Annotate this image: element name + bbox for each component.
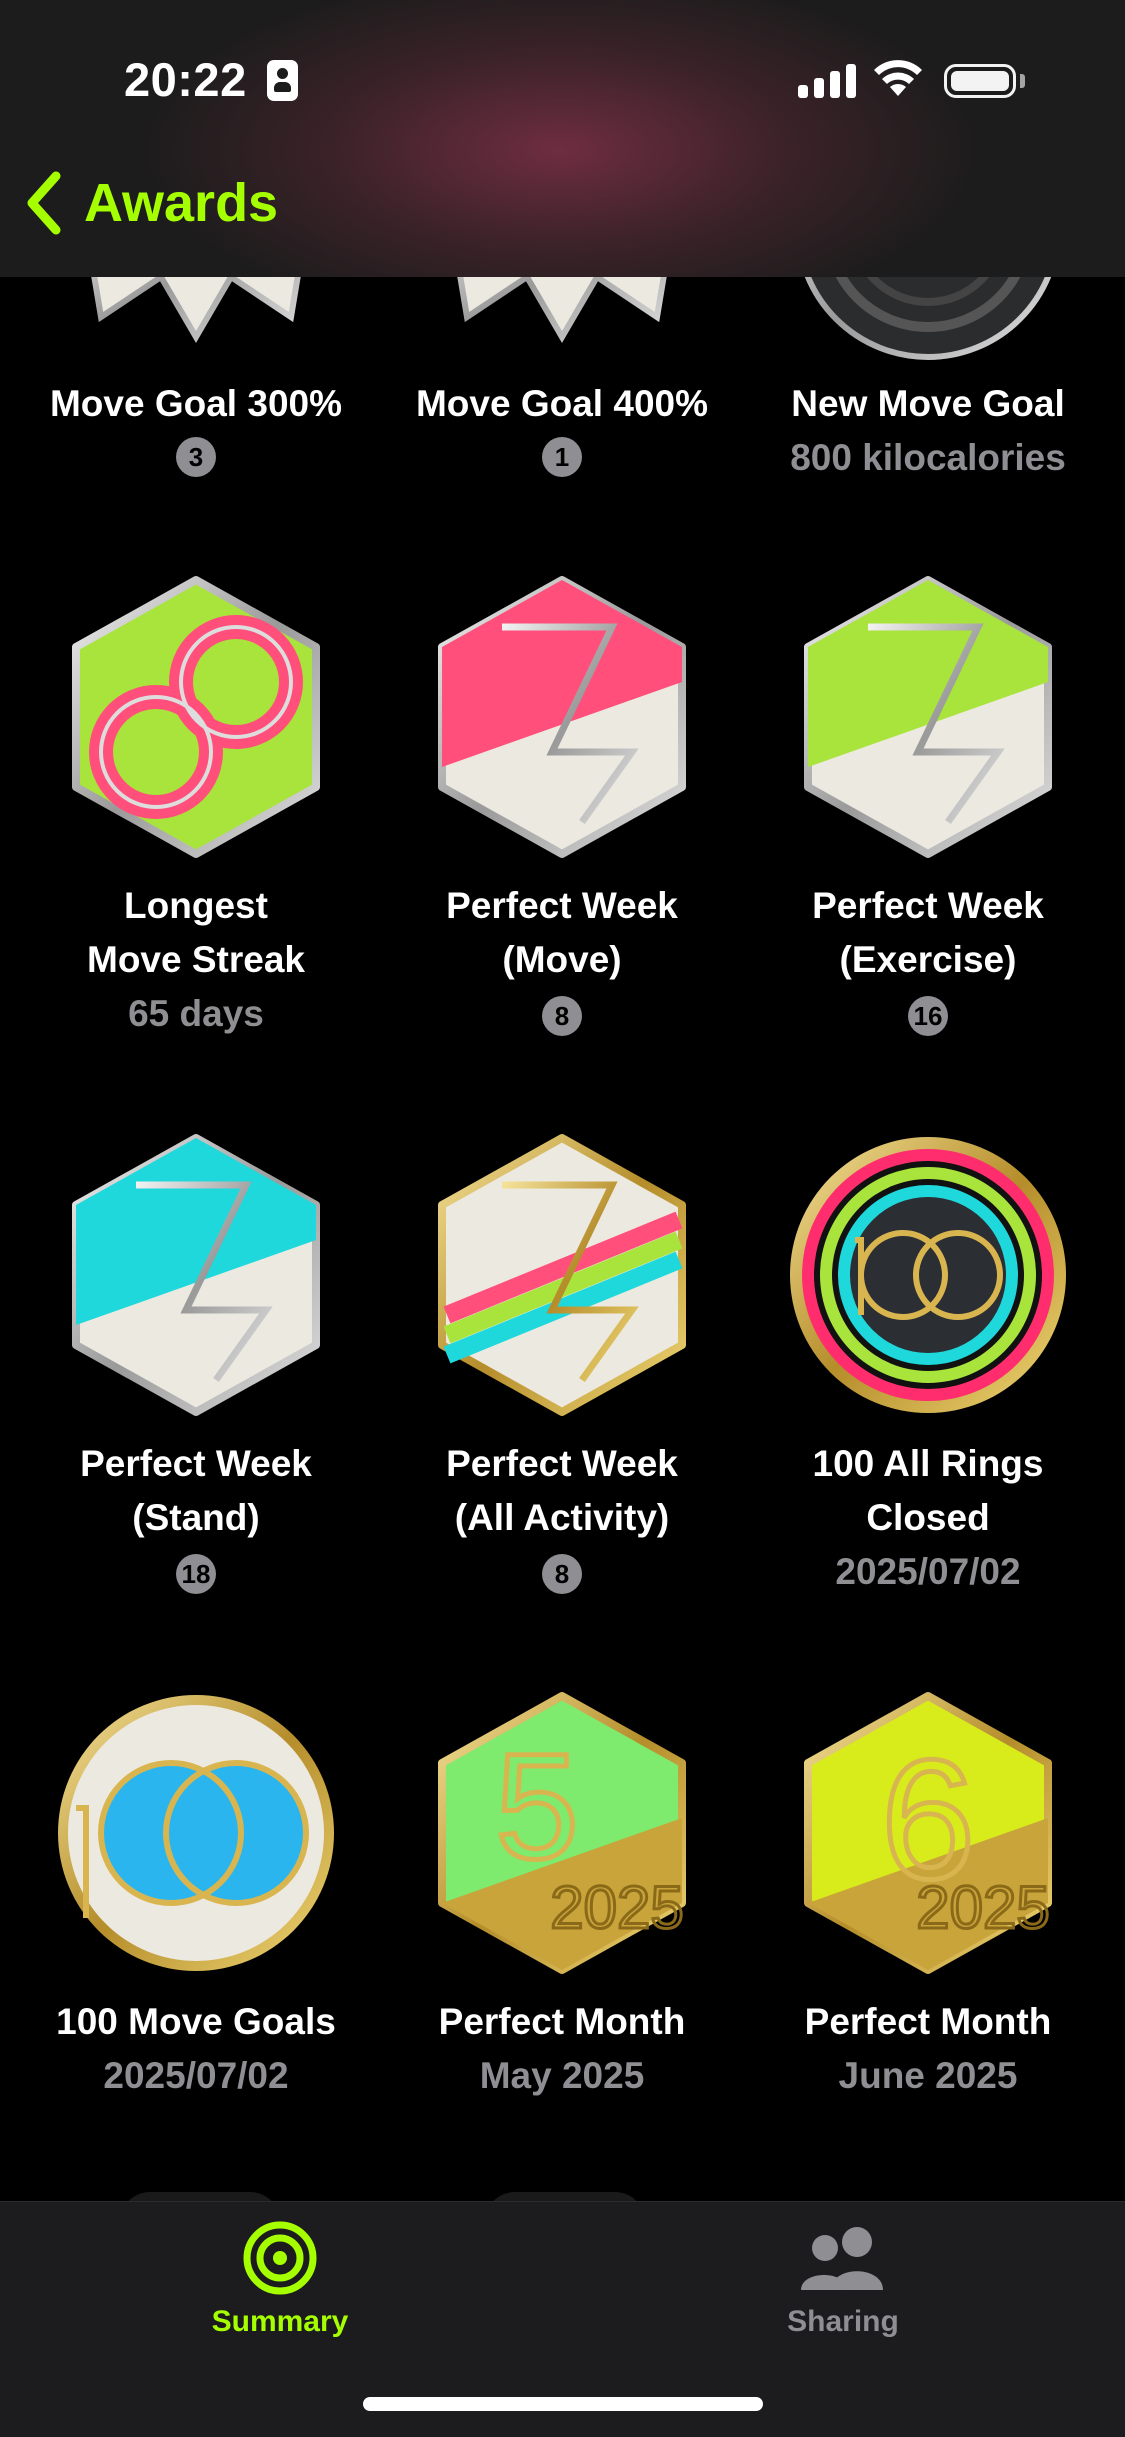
award-perfect-week-move[interactable]: Perfect Week (Move) 8 [377,572,747,1072]
award-count-badge: 8 [542,1554,582,1594]
longest-move-streak-badge [72,576,320,858]
award-name: Move Goal 400% [415,383,708,424]
award-detail: 2025/07/02 [103,2055,289,2096]
battery-tip [1020,74,1025,88]
award-name: Move Goal 300% [49,383,342,424]
award-name: Perfect Week [812,885,1044,926]
awards-grid: Move Goal 300% 3 Move Goal 400% 1 New Mo… [0,277,1125,2201]
award-name-line2: (Exercise) [839,939,1017,980]
award-count-badge: 8 [542,996,582,1036]
svg-text:2025: 2025 [916,1874,1049,1941]
focus-mode-icon [267,60,298,101]
battery-icon [944,64,1016,98]
move-goal-400-badge [457,277,667,343]
tab-label: Sharing [787,2305,899,2338]
award-name-line2: Move Streak [87,939,305,980]
100-move-goals-badge [58,1695,334,1971]
home-indicator[interactable] [363,2397,763,2411]
wifi-icon [874,60,922,96]
perfect-week-all-activity-badge [438,1134,686,1416]
award-count-badge: 3 [176,437,216,477]
award-name: 100 All Rings [812,1443,1044,1484]
next-award-peek [120,2192,280,2201]
status-time: 20:22 [124,53,247,106]
perfect-week-move-badge [438,576,686,858]
award-name: Perfect Month [438,2001,686,2042]
perfect-week-exercise-badge [804,576,1052,858]
award-perfect-week-exercise[interactable]: Perfect Week (Exercise) 16 [743,572,1113,1072]
award-perfect-week-all-activity[interactable]: Perfect Week (All Activity) 8 [377,1130,747,1630]
award-move-goal-400[interactable]: Move Goal 400% 1 [377,277,747,477]
award-detail: 800 kilocalories [790,437,1066,478]
award-100-all-rings-closed[interactable]: 100 All Rings Closed 2025/07/02 [743,1130,1113,1630]
back-button[interactable]: Awards [24,170,278,236]
award-name: Perfect Week [80,1443,312,1484]
award-count-badge: 18 [176,1554,216,1594]
award-detail: 2025/07/02 [835,1551,1021,1592]
award-new-move-goal[interactable]: New Move Goal 800 kilocalories [743,277,1113,478]
award-detail: June 2025 [838,2055,1018,2096]
perfect-month-may-badge: 5 2025 [438,1692,686,1974]
tab-label: Summary [211,2305,349,2338]
award-100-move-goals[interactable]: 100 Move Goals 2025/07/02 [11,1688,381,2128]
move-goal-300-badge [91,277,301,343]
award-name: Perfect Week [446,885,678,926]
100-all-rings-badge [790,1137,1066,1413]
activity-rings-icon [243,2221,317,2295]
award-name-line2: (Move) [502,939,622,980]
people-icon [801,2227,883,2290]
award-name: New Move Goal [791,383,1065,424]
back-label: Awards [84,173,279,233]
award-move-goal-300[interactable]: Move Goal 300% 3 [11,277,381,477]
navigation-header: 20:22 Awards [0,0,1125,277]
award-count-badge: 16 [908,996,948,1036]
award-name: Perfect Week [446,1443,678,1484]
award-longest-move-streak[interactable]: Longest Move Streak 65 days [11,572,381,1072]
svg-text:2025: 2025 [550,1874,683,1941]
award-count-badge: 1 [542,437,582,477]
award-perfect-month-june[interactable]: 6 2025 Perfect Month June 2025 [743,1688,1113,2128]
award-name-line2: (Stand) [132,1497,260,1538]
cellular-signal-icon [798,62,856,98]
award-name-line2: Closed [866,1497,990,1538]
chevron-left-icon [27,171,61,235]
tab-summary[interactable]: Summary [130,2220,430,2339]
tab-sharing[interactable]: Sharing [693,2220,993,2339]
award-name: Longest [124,885,268,926]
svg-text:5: 5 [495,1722,578,1890]
next-award-peek [485,2192,645,2201]
new-move-goal-badge [804,277,1052,360]
award-name-line2: (All Activity) [454,1497,670,1538]
award-perfect-week-stand[interactable]: Perfect Week (Stand) 18 [11,1130,381,1630]
award-name: 100 Move Goals [56,2001,336,2042]
award-perfect-month-may[interactable]: 5 2025 Perfect Month May 2025 [377,1688,747,2128]
perfect-week-stand-badge [72,1134,320,1416]
award-detail: 65 days [128,993,264,1034]
award-detail: May 2025 [479,2055,645,2096]
perfect-month-june-badge: 6 2025 [804,1692,1052,1974]
award-name: Perfect Month [804,2001,1052,2042]
